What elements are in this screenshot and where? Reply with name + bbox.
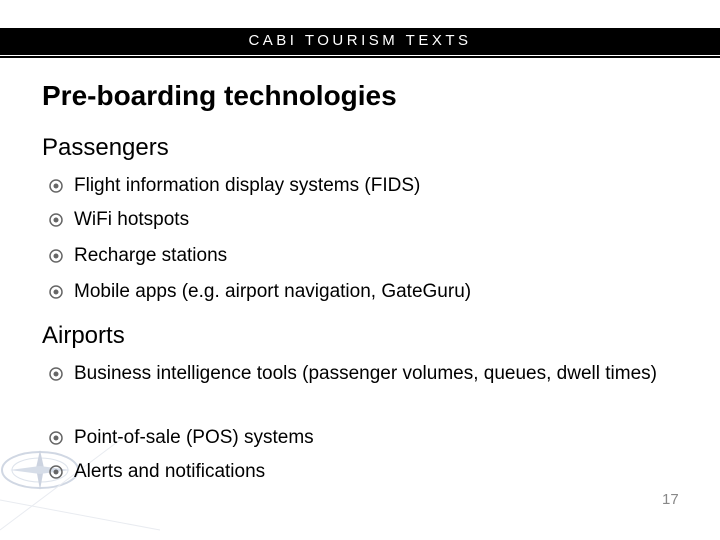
circled-dot-icon (49, 285, 63, 299)
bullet-item: Alerts and notifications (48, 459, 694, 485)
bullet-text: Flight information display systems (FIDS… (74, 175, 421, 196)
page-number: 17 (662, 491, 679, 508)
bullet-item: WiFi hotspots (48, 207, 694, 233)
bullet-text: Alerts and notifications (74, 461, 266, 482)
bullet-item: Recharge stations (48, 243, 694, 269)
circled-dot-icon (49, 367, 63, 381)
slide-title: Pre-boarding technologies (42, 80, 397, 111)
bullet-text: Business intelligence tools (passenger v… (74, 363, 657, 384)
header-divider (0, 56, 720, 58)
compass-watermark-icon (0, 440, 160, 531)
bullet-text: Point-of-sale (POS) systems (74, 427, 314, 448)
header-title: CABI TOURISM TEXTS (248, 32, 472, 49)
section-heading-airports: Airports (42, 322, 125, 349)
circled-dot-icon (49, 179, 63, 193)
section-heading-passengers: Passengers (42, 134, 169, 161)
bullet-item: Flight information display systems (FIDS… (48, 173, 694, 199)
circled-dot-icon (49, 249, 63, 263)
bullet-text: WiFi hotspots (74, 209, 190, 230)
bullet-item: Point-of-sale (POS) systems (48, 425, 694, 451)
bullet-item: Mobile apps (e.g. airport navigation, Ga… (48, 279, 694, 305)
circled-dot-icon (49, 465, 63, 479)
bullet-text: Recharge stations (74, 245, 228, 266)
circled-dot-icon (49, 431, 63, 445)
bullet-item: Business intelligence tools (passenger v… (48, 361, 689, 387)
circled-dot-icon (49, 213, 63, 227)
bullet-text: Mobile apps (e.g. airport navigation, Ga… (74, 281, 472, 302)
